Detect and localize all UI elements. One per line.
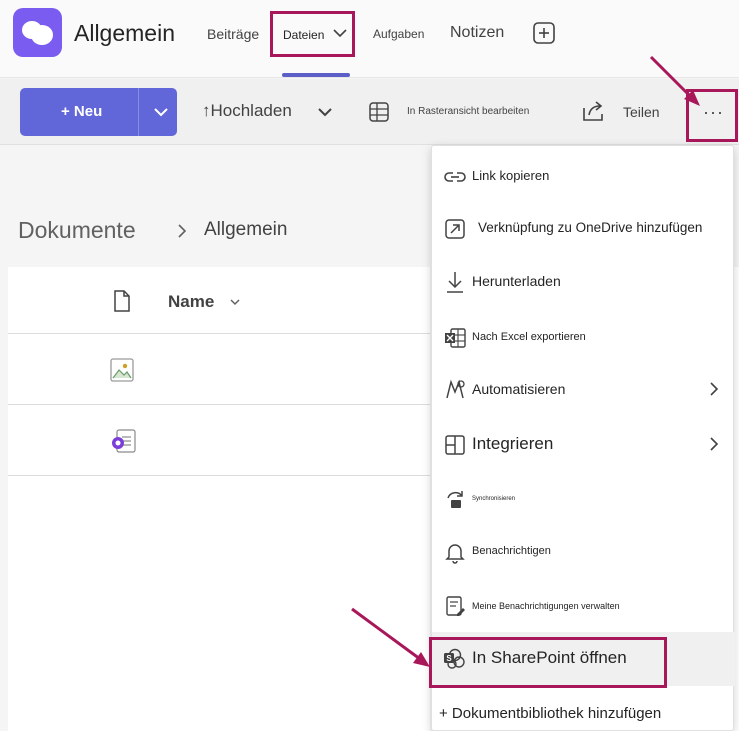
menu-item-label: Link kopieren <box>472 168 550 183</box>
edit-grid-view-button[interactable]: In Rasteransicht bearbeiten <box>407 106 529 117</box>
download-icon <box>447 272 463 293</box>
table-row[interactable] <box>8 406 430 476</box>
grid-view-icon[interactable] <box>368 101 390 123</box>
list-header: Name <box>8 267 430 334</box>
team-logo[interactable] <box>13 8 62 57</box>
flow-icon <box>446 379 465 399</box>
sharepoint-highlight-box <box>429 637 667 688</box>
menu-item-label: Automatisieren <box>472 381 566 397</box>
add-tab-icon[interactable] <box>532 21 556 45</box>
command-bar: + Neu ↑Hochladen In Rasteransicht bearbe… <box>0 79 739 145</box>
tab-files[interactable]: Dateien <box>270 11 355 57</box>
chevron-right-icon <box>710 382 719 396</box>
menu-item-sync[interactable]: Synchronisieren <box>432 474 735 524</box>
sync-icon <box>447 491 463 508</box>
chevron-down-icon[interactable] <box>229 297 241 307</box>
breadcrumb-current: Allgemein <box>204 219 288 240</box>
alert-settings-icon <box>446 596 465 616</box>
team-logo-icon <box>22 21 53 45</box>
menu-item-label: Verknüpfung zu OneDrive hinzufügen <box>478 220 703 235</box>
menu-item-label: Nach Excel exportieren <box>472 331 586 343</box>
menu-item-download[interactable]: Herunterladen <box>432 256 735 306</box>
channel-header: Allgemein Beiträge Dateien Aufgaben Noti… <box>0 0 739 78</box>
tab-tasks[interactable]: Aufgaben <box>373 27 424 41</box>
chevron-down-icon[interactable] <box>317 105 333 119</box>
menu-item-label: Herunterladen <box>472 273 561 289</box>
menu-item-notify[interactable]: Benachrichtigen <box>432 526 735 576</box>
tab-files-label: Dateien <box>283 28 325 42</box>
upload-arrow-icon: ↑ <box>202 101 211 120</box>
chevron-right-icon <box>178 224 187 238</box>
chevron-down-icon[interactable] <box>152 104 170 120</box>
menu-item-label: Synchronisieren <box>472 496 516 502</box>
document-type-icon[interactable] <box>112 289 132 313</box>
menu-item-label: Meine Benachrichtigungen verwalten <box>472 601 620 611</box>
menu-item-copy-link[interactable]: Link kopieren <box>432 151 735 201</box>
menu-item-label: Integrieren <box>472 434 554 453</box>
share-icon[interactable] <box>581 99 607 123</box>
shortcut-arrow-icon <box>445 219 465 239</box>
menu-item-automate[interactable]: Automatisieren <box>432 364 735 414</box>
table-row[interactable] <box>8 335 430 405</box>
channel-title: Allgemein <box>74 20 175 46</box>
breadcrumb-root[interactable]: Dokumente <box>18 217 136 244</box>
menu-item-add-document-library[interactable]: + Dokumentbibliothek hinzufügen <box>432 691 735 731</box>
new-button-divider <box>138 88 139 136</box>
file-list: Name <box>8 267 430 731</box>
new-button[interactable]: + Neu <box>20 88 177 136</box>
name-column-header[interactable]: Name <box>168 292 214 312</box>
share-button[interactable]: Teilen <box>623 104 660 120</box>
menu-item-add-onedrive-shortcut[interactable]: Verknüpfung zu OneDrive hinzufügen <box>432 203 735 253</box>
menu-item-export-excel[interactable]: Nach Excel exportieren <box>432 312 735 362</box>
more-icon: ··· <box>703 102 724 122</box>
menu-item-integrate[interactable]: Integrieren <box>432 419 735 469</box>
tab-notes[interactable]: Notizen <box>450 24 504 42</box>
loop-file-icon <box>112 429 136 453</box>
active-tab-indicator <box>282 73 350 77</box>
more-options-button[interactable]: ··· <box>686 89 738 142</box>
menu-item-manage-alerts[interactable]: Meine Benachrichtigungen verwalten <box>432 580 735 630</box>
chevron-right-icon <box>710 437 719 451</box>
link-icon <box>444 172 466 182</box>
upload-button[interactable]: ↑Hochladen <box>202 101 292 121</box>
new-button-label: + Neu <box>61 103 103 120</box>
tab-posts[interactable]: Beiträge <box>207 26 259 42</box>
image-file-icon <box>110 358 134 382</box>
upload-label: Hochladen <box>210 101 292 120</box>
excel-icon <box>445 328 466 348</box>
apps-icon <box>445 435 465 455</box>
menu-item-label: Benachrichtigen <box>472 545 551 557</box>
chevron-down-icon <box>333 29 347 38</box>
bell-icon <box>445 544 465 564</box>
menu-item-label: + Dokumentbibliothek hinzufügen <box>439 705 662 722</box>
